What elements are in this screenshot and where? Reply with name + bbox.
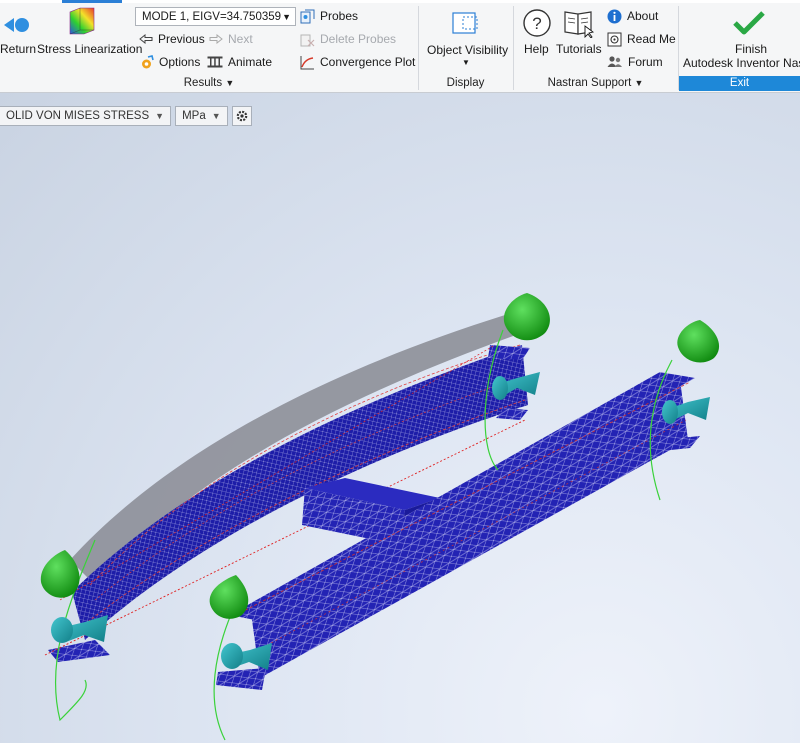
info-icon [607,9,622,23]
help-button[interactable]: ? Help [519,6,555,60]
next-button[interactable]: Next [209,29,253,49]
tutorials-label: Tutorials [556,42,602,56]
ribbon: Return Stress Linearization MODE 1, EIGV… [0,0,800,93]
unit-dropdown[interactable]: MPa ▼ [175,106,228,126]
fea-model-view[interactable] [0,93,800,743]
results-group-text: Results [183,77,223,89]
animate-icon [207,56,223,68]
help-label: Help [524,42,549,56]
finish-button[interactable]: Finish Autodesk Inventor Nast [681,6,800,72]
arrow-left-icon [139,34,153,44]
active-tab-indicator [62,0,122,3]
stress-linearization-icon [69,7,95,35]
unit-value: MPa [182,110,206,122]
object-visibility-label: Object Visibility [427,43,509,57]
delete-probes-icon [300,34,315,46]
result-type-dropdown[interactable]: OLID VON MISES STRESS ▼ [0,106,172,126]
stress-linearization-label: Stress Linearization [37,42,143,56]
delete-probes-label: Delete Probes [320,32,397,46]
convergence-plot-label: Convergence Plot [320,55,416,69]
return-label: Return [0,42,37,56]
object-visibility-icon [452,12,478,34]
help-icon: ? [523,9,551,37]
chevron-down-icon: ▼ [634,78,644,88]
gear-icon [236,110,247,122]
chevron-down-icon: ▼ [462,58,470,67]
forum-label: Forum [628,55,663,69]
chevron-down-icon: ▼ [282,12,291,22]
nastran-support-group-label[interactable]: Nastran Support ▼ [513,75,678,91]
svg-text:?: ? [532,14,541,33]
tutorials-icon [564,11,595,38]
read-me-label: Read Me [627,32,676,46]
stress-linearization-button[interactable]: Stress Linearization [36,4,142,58]
results-group-label[interactable]: Results ▼ [0,75,418,91]
about-button[interactable]: About [607,6,658,26]
probes-icon [300,9,315,23]
nastran-support-group-text: Nastran Support [547,77,632,89]
animate-label: Animate [228,55,273,69]
display-group-text: Display [446,77,485,89]
display-group-label: Display [418,75,513,91]
previous-button[interactable]: Previous [139,29,205,49]
tutorials-button[interactable]: Tutorials [556,6,602,60]
arrow-right-icon [209,34,223,44]
return-icon [4,18,29,32]
graphics-viewport[interactable] [0,93,800,743]
forum-icon [607,56,622,67]
checkmark-icon [733,11,765,35]
animate-button[interactable]: Animate [207,52,272,72]
return-button[interactable]: Return [0,8,37,58]
ribbon-top-border [0,0,800,3]
forum-button[interactable]: Forum [607,52,663,72]
delete-probes-button[interactable]: Delete Probes [300,29,396,49]
previous-label: Previous [158,32,205,46]
exit-group-label: Exit [679,76,800,91]
convergence-plot-button[interactable]: Convergence Plot [300,52,415,72]
next-label: Next [228,32,253,46]
result-display-toolbar: OLID VON MISES STRESS ▼ MPa ▼ [0,106,252,126]
display-settings-button[interactable] [231,106,252,126]
options-label: Options [159,55,201,69]
read-me-icon [607,32,622,46]
chevron-down-icon: ▼ [155,111,165,121]
mode-select-value: MODE 1, EIGV=34.750359 [142,11,282,23]
chevron-down-icon: ▼ [225,78,235,88]
result-type-value: OLID VON MISES STRESS [6,110,150,122]
convergence-plot-icon [300,55,314,69]
object-visibility-button[interactable]: Object Visibility ▼ [422,6,510,70]
finish-sublabel: Autodesk Inventor Nast [683,56,800,70]
probes-label: Probes [320,9,359,23]
finish-label: Finish [735,42,768,56]
options-button[interactable]: Options [139,52,200,72]
exit-group-text: Exit [729,77,750,89]
about-label: About [627,9,659,23]
chevron-down-icon: ▼ [211,111,221,121]
mode-select[interactable]: MODE 1, EIGV=34.750359 ▼ [135,7,296,26]
read-me-button[interactable]: Read Me [607,29,676,49]
probes-button[interactable]: Probes [300,6,358,26]
options-icon [142,54,154,68]
